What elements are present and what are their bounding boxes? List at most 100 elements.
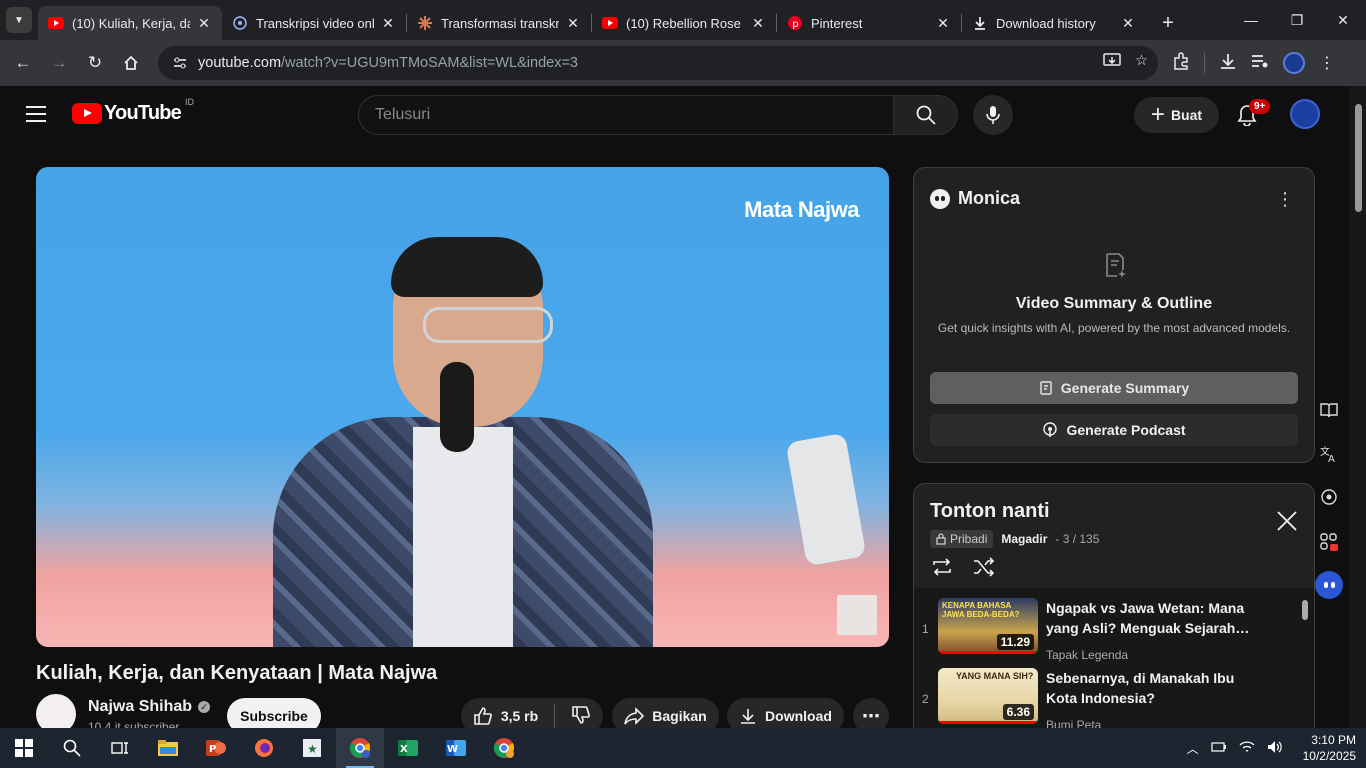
dislike-button[interactable] [571,705,591,728]
item-title[interactable]: Ngapak vs Jawa Wetan: Mana yang Asli? Me… [1046,598,1256,638]
apps-icon[interactable] [1314,527,1344,557]
search-input[interactable]: Telusuri [358,95,894,135]
extensions-icon[interactable] [1172,51,1190,75]
address-bar[interactable]: youtube.com/watch?v=UGU9mTMoSAM&list=WL&… [158,46,1158,80]
tab-title: Transformasi transkrip [441,15,559,31]
tab-transkripsi[interactable]: Transkripsi video onli ✕ [222,6,406,40]
item-thumbnail[interactable]: YANG MANA SIH? 6.36 [938,668,1038,724]
close-icon[interactable]: ✕ [750,15,766,31]
task-view-icon[interactable] [96,728,144,768]
side-rail: 文A [1312,395,1346,599]
monica-launcher-icon[interactable] [1315,571,1343,599]
video-player[interactable]: Mata Najwa [36,167,889,647]
close-icon[interactable] [1276,510,1298,532]
back-button[interactable]: ← [6,46,40,80]
close-window-button[interactable]: ✕ [1320,0,1366,40]
playlist-scrollbar[interactable] [1302,600,1308,620]
tab-transformasi[interactable]: Transformasi transkrip ✕ [407,6,591,40]
tab-youtube-kuliah[interactable]: (10) Kuliah, Kerja, dan ✕ [38,6,222,40]
channel-watermark-thumb[interactable] [837,595,877,635]
more-vertical-icon[interactable]: ⋮ [1276,190,1294,208]
site-info-icon[interactable] [168,51,192,75]
video-frame-phone [785,432,867,567]
menu-icon[interactable] [26,106,46,122]
chevron-up-icon[interactable]: ︿ [1187,740,1199,757]
tab-search-button[interactable]: ▼ [6,7,32,33]
item-index: 2 [922,692,929,706]
search-button[interactable] [894,95,958,135]
svg-text:★: ★ [307,742,318,756]
media-control-icon[interactable] [1251,53,1269,74]
page-scrollbar[interactable] [1350,86,1366,728]
url-path: /watch?v=UGU9mTMoSAM&list=WL&index=3 [281,55,578,71]
channel-name[interactable]: Najwa Shihab ✓ [88,698,211,716]
close-icon[interactable]: ✕ [380,15,396,31]
system-clock[interactable]: 3:10 PM 10/2/2025 [1303,732,1356,764]
thumbnail-text: KENAPA BAHASA JAWA BEDA-BEDA? [942,601,1020,619]
firefox-icon[interactable] [240,728,288,768]
youtube-header: YouTube ID Telusuri + Buat 9+ [0,86,1350,144]
create-label: Buat [1170,107,1203,123]
monica-name: Monica [958,188,1021,208]
sticky-app-icon[interactable]: ★ [288,728,336,768]
restore-button[interactable]: ❐ [1274,0,1320,40]
loop-icon[interactable] [930,557,954,577]
item-title[interactable]: Sebenarnya, di Manakah Ibu Kota Indonesi… [1046,668,1256,708]
forward-button[interactable]: → [42,46,76,80]
playlist-controls [930,557,996,577]
translate-icon[interactable]: 文A [1314,439,1344,469]
playlist-position: - 3 / 135 [1055,532,1100,546]
youtube-logo[interactable]: YouTube ID [72,97,194,125]
home-button[interactable] [114,46,148,80]
clock-date: 10/2/2025 [1302,749,1356,763]
close-icon[interactable]: ✕ [196,15,212,31]
search-icon[interactable] [48,728,96,768]
chrome-profile-icon[interactable] [480,728,528,768]
file-explorer-icon[interactable] [144,728,192,768]
battery-icon[interactable] [1211,741,1227,756]
bookmark-star-icon[interactable]: ☆ [1135,53,1148,73]
summary-document-icon [1106,253,1126,278]
word-icon[interactable]: W [432,728,480,768]
transcribe-icon [232,15,248,31]
powerpoint-icon[interactable]: P [192,728,240,768]
close-icon[interactable]: ✕ [935,15,951,31]
playlist-item[interactable]: 2 YANG MANA SIH? 6.36 Sebenarnya, di Man… [914,664,1304,734]
start-button[interactable] [0,728,48,768]
volume-icon[interactable] [1267,740,1283,757]
shuffle-icon[interactable] [972,557,996,577]
tab-rebellion-rose[interactable]: (10) Rebellion Rose - ✕ [592,6,776,40]
minimize-button[interactable]: — [1228,0,1274,40]
close-icon[interactable]: ✕ [1120,15,1136,31]
system-tray: ︿ 3:10 PM 10/2/2025 [1187,728,1356,768]
page-scrollbar-thumb[interactable] [1355,104,1362,212]
install-app-icon[interactable] [1103,53,1121,73]
generate-summary-label: Generate Summary [1060,380,1190,396]
generate-summary-button[interactable]: Generate Summary [930,372,1298,404]
item-duration: 6.36 [1002,704,1034,720]
account-avatar[interactable] [1290,99,1320,129]
voice-search-button[interactable] [973,95,1013,135]
browser-menu-icon[interactable]: ⋮ [1319,53,1335,73]
playlist-item[interactable]: 1 KENAPA BAHASA JAWA BEDA-BEDA? 11.29 Ng… [914,594,1304,664]
podcast-icon[interactable] [1314,483,1344,513]
browser-profile-avatar[interactable] [1283,52,1305,74]
reload-button[interactable]: ↻ [78,46,112,80]
reader-icon[interactable] [1314,395,1344,425]
generate-podcast-button[interactable]: Generate Podcast [930,414,1298,446]
create-button[interactable]: + Buat [1134,97,1219,133]
new-tab-button[interactable]: + [1154,9,1182,37]
excel-icon[interactable]: X [384,728,432,768]
download-icon [972,15,988,31]
item-thumbnail[interactable]: KENAPA BAHASA JAWA BEDA-BEDA? 11.29 [938,598,1038,654]
tab-pinterest[interactable]: p Pinterest ✕ [777,6,961,40]
tab-download-history[interactable]: Download history ✕ [962,6,1146,40]
playlist-title[interactable]: Tonton nanti [930,500,1050,523]
wifi-icon[interactable] [1239,740,1255,757]
monica-panel: Monica ⋮ Video Summary & Outline Get qui… [913,167,1315,463]
like-button[interactable]: 3,5 rb [473,706,538,726]
chrome-icon[interactable] [336,728,384,768]
downloads-icon[interactable] [1219,52,1237,75]
playlist-owner[interactable]: Magadir [1001,532,1047,546]
close-icon[interactable]: ✕ [565,15,581,31]
